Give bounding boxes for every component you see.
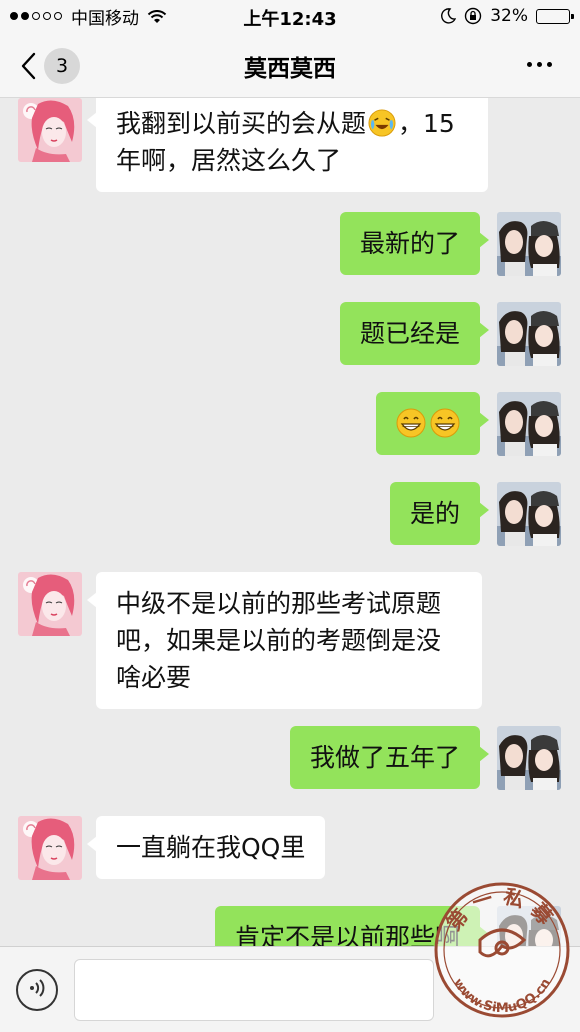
my-avatar[interactable] — [497, 726, 561, 790]
do-not-disturb-moon-icon — [440, 8, 457, 24]
message-text: 吧，如果是以前的考题倒是没 — [116, 626, 442, 655]
message-bubble[interactable]: 一直躺在我QQ里 — [86, 816, 326, 879]
message-text: 肯定不是以前那些啊 — [234, 923, 460, 946]
signal-dot-icon — [43, 12, 51, 20]
grinning-emoji-icon — [396, 408, 426, 438]
my-avatar[interactable] — [497, 212, 561, 276]
dot-icon — [527, 62, 532, 67]
message-text: 中级不是以前的那些考试原题 — [116, 589, 442, 618]
message-bubble[interactable]: 题已经是 — [339, 302, 490, 365]
my-avatar[interactable] — [497, 906, 561, 946]
message-bubble[interactable]: 我翻到以前买的会从题 ，15 年啊，居然这么久了 — [87, 98, 488, 192]
battery-percent: 32% — [490, 6, 528, 26]
message-bubble[interactable]: 最新的了 — [339, 212, 490, 275]
my-avatar[interactable] — [497, 392, 561, 456]
message-text: 是的 — [409, 499, 460, 528]
message-bubble[interactable] — [376, 392, 489, 455]
battery-icon — [536, 8, 574, 24]
wifi-icon — [147, 9, 167, 23]
contact-avatar[interactable] — [18, 98, 82, 162]
signal-dot-icon — [21, 12, 29, 20]
my-avatar[interactable] — [497, 302, 561, 366]
message-text: 最新的了 — [359, 229, 460, 258]
message-text: 啥必要 — [116, 663, 192, 692]
message-bubble[interactable]: 中级不是以前的那些考试原题 吧，如果是以前的考题倒是没 啥必要 — [87, 572, 482, 709]
message-text: 我做了五年了 — [309, 743, 460, 772]
message-text: 一直躺在我QQ里 — [116, 833, 306, 862]
chat-title: 莫西莫西 — [244, 56, 336, 82]
signal-dot-icon — [54, 12, 62, 20]
dot-icon — [547, 62, 552, 67]
message-text: 年啊，居然这么久了 — [116, 146, 342, 175]
nav-bar: 3 莫西莫西 — [0, 32, 580, 98]
message-text: 题已经是 — [359, 319, 460, 348]
message-input[interactable] — [74, 959, 434, 1021]
message-bubble[interactable]: 肯定不是以前那些啊 — [214, 906, 490, 946]
message-bubble[interactable]: 我做了五年了 — [289, 726, 490, 789]
grinning-emoji-icon — [430, 408, 460, 438]
message-bubble[interactable]: 是的 — [389, 482, 490, 545]
signal-dot-icon — [32, 12, 40, 20]
signal-dot-icon — [10, 12, 18, 20]
message-text: ，15 — [398, 109, 455, 138]
my-avatar[interactable] — [497, 482, 561, 546]
voice-icon — [26, 977, 48, 1003]
message-list[interactable]: 我翻到以前买的会从题 ，15 年啊，居然这么久了 最新的了 题已经是 是的 中级… — [0, 98, 580, 946]
rotation-lock-icon — [464, 7, 482, 25]
message-text: 我翻到以前买的会从题 — [116, 109, 367, 138]
status-right: 32% — [440, 6, 574, 26]
contact-avatar[interactable] — [18, 572, 82, 636]
contact-avatar[interactable] — [18, 816, 82, 880]
crying-laughing-emoji-icon — [368, 109, 396, 137]
carrier-name: 中国移动 — [71, 8, 139, 29]
voice-input-button[interactable] — [16, 969, 58, 1011]
dot-icon — [537, 62, 542, 67]
status-left: 中国移动 — [10, 4, 167, 29]
input-bar — [0, 946, 580, 1032]
more-options-button[interactable] — [527, 62, 552, 67]
top-area: 中国移动 上午12:43 32% 3 莫西莫西 — [0, 0, 580, 98]
status-bar: 中国移动 上午12:43 32% — [0, 0, 580, 32]
